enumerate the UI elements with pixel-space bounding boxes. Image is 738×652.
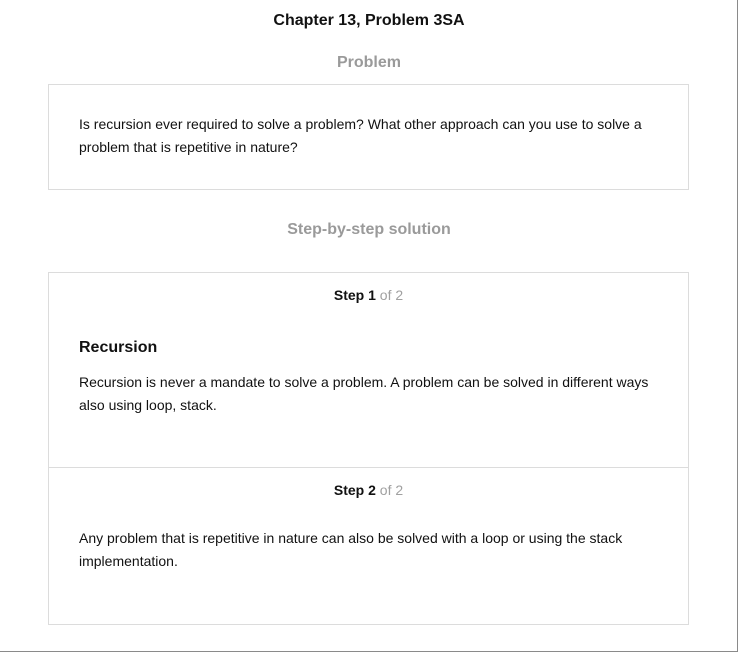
step-1-header: Step 1 of 2 (49, 287, 688, 303)
step-2-word: Step (333, 482, 365, 498)
step-1-of-total: of 2 (379, 287, 404, 303)
page-frame: Chapter 13, Problem 3SA Problem Is recur… (0, 0, 738, 652)
problem-heading: Problem (336, 54, 401, 71)
step-2-number: 2 (368, 482, 376, 498)
step-2: Step 2 of 2 Any problem that is repetiti… (49, 468, 688, 625)
step-2-text: Any problem that is repetitive in nature… (79, 530, 623, 569)
solution-box: Step 1 of 2 Recursion Recursion is never… (48, 272, 689, 625)
solution-heading: Step-by-step solution (287, 221, 451, 238)
step-1-word: Step (333, 287, 365, 303)
step-1-title: Recursion (79, 339, 158, 356)
problem-box: Is recursion ever required to solve a pr… (48, 84, 689, 190)
step-2-header: Step 2 of 2 (49, 482, 688, 498)
step-1: Step 1 of 2 Recursion Recursion is never… (49, 273, 688, 468)
page-title: Chapter 13, Problem 3SA (273, 12, 465, 29)
step-2-of-total: of 2 (379, 482, 404, 498)
step-1-number: 1 (368, 287, 376, 303)
problem-text: Is recursion ever required to solve a pr… (79, 116, 642, 155)
step-1-text: Recursion is never a mandate to solve a … (79, 374, 649, 413)
